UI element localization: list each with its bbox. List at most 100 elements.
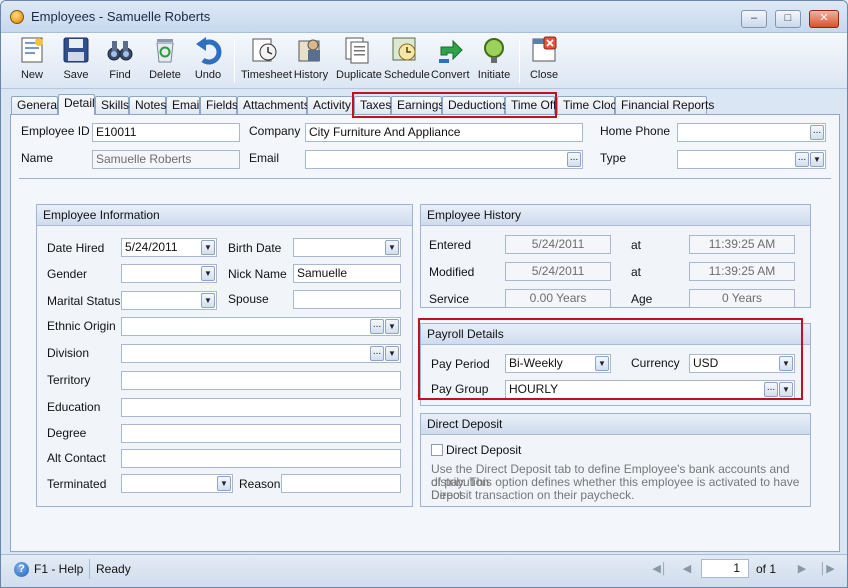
find-button[interactable]: Find <box>103 35 137 87</box>
ethnic-origin-label: Ethnic Origin <box>47 319 116 333</box>
company-field[interactable]: City Furniture And Appliance <box>305 123 583 142</box>
modified-date-field: 5/24/2011 <box>505 262 611 281</box>
save-button[interactable]: Save <box>59 35 93 87</box>
next-page-icon[interactable]: ▶ <box>794 561 810 577</box>
gender-field[interactable]: ▼ <box>121 264 217 283</box>
first-page-icon[interactable]: ◀│ <box>652 561 668 577</box>
help-text[interactable]: F1 - Help <box>34 562 83 576</box>
convert-button[interactable]: Convert <box>431 35 470 87</box>
modified-at-label: at <box>631 265 642 279</box>
tab-attachments[interactable]: Attachments <box>237 96 310 114</box>
schedule-button[interactable]: Schedule <box>384 35 430 87</box>
employees-window: Employees - Samuelle Roberts – □ ✕ New S… <box>0 0 848 588</box>
page-number-field[interactable]: 1 <box>701 559 749 578</box>
tab-earnings[interactable]: Earnings <box>391 96 444 114</box>
alt-contact-label: Alt Contact <box>47 451 106 465</box>
help-icon[interactable]: ? <box>14 562 29 577</box>
tab-skills[interactable]: Skills <box>95 96 129 114</box>
nick-name-field[interactable]: Samuelle <box>293 264 401 283</box>
duplicate-icon <box>345 37 369 64</box>
toolbar-separator <box>234 39 235 83</box>
pay-group-value: HOURLY <box>509 382 559 396</box>
marital-status-dropdown-icon[interactable]: ▼ <box>201 293 215 308</box>
terminated-dropdown-icon[interactable]: ▼ <box>217 476 231 491</box>
title-bar: Employees - Samuelle Roberts – □ ✕ <box>1 1 847 33</box>
maximize-button[interactable]: □ <box>775 10 801 28</box>
ethnic-origin-dropdown-icon[interactable]: ▼ <box>385 319 399 334</box>
date-hired-dropdown-icon[interactable]: ▼ <box>201 240 215 255</box>
employee-id-field[interactable]: E10011 <box>92 123 240 142</box>
gender-dropdown-icon[interactable]: ▼ <box>201 266 215 281</box>
division-field[interactable]: ... ▼ <box>121 344 401 363</box>
status-separator <box>89 559 90 579</box>
type-field[interactable]: ... ▼ <box>677 150 826 169</box>
home-phone-lookup-button[interactable]: ... <box>810 125 824 140</box>
duplicate-button[interactable]: Duplicate <box>336 35 382 87</box>
birth-date-dropdown-icon[interactable]: ▼ <box>385 240 399 255</box>
tab-general[interactable]: General <box>11 96 60 114</box>
close-window-button[interactable]: ✕ <box>809 10 839 28</box>
delete-button[interactable]: Delete <box>147 35 183 87</box>
email-field[interactable]: ... <box>305 150 583 169</box>
pay-period-dropdown-icon[interactable]: ▼ <box>595 356 609 371</box>
spouse-field[interactable] <box>293 290 401 309</box>
degree-field[interactable] <box>121 424 401 443</box>
division-dropdown-icon[interactable]: ▼ <box>385 346 399 361</box>
home-phone-field[interactable]: ... <box>677 123 826 142</box>
tab-activity[interactable]: Activity <box>307 96 353 114</box>
pay-group-field[interactable]: HOURLY ... ▼ <box>505 380 795 399</box>
reason-label: Reason <box>239 477 281 491</box>
undo-button[interactable]: Undo <box>191 35 225 87</box>
employee-information-header: Employee Information <box>37 205 412 226</box>
traffic-light-icon <box>484 38 504 63</box>
email-lookup-button[interactable]: ... <box>567 152 581 167</box>
type-dropdown-icon[interactable]: ▼ <box>810 152 824 167</box>
initiate-button[interactable]: Initiate <box>477 35 511 87</box>
division-lookup-button[interactable]: ... <box>370 346 384 361</box>
birth-date-field[interactable]: ▼ <box>293 238 401 257</box>
terminated-label: Terminated <box>47 477 107 491</box>
header-divider <box>19 178 831 179</box>
currency-field[interactable]: USD ▼ <box>689 354 795 373</box>
tab-fields[interactable]: Fields <box>200 96 238 114</box>
entered-date-field: 5/24/2011 <box>505 235 611 254</box>
status-text: Ready <box>96 562 131 576</box>
status-bar: ? F1 - Help Ready ◀│ ◀ 1 of 1 ▶ │▶ <box>1 554 847 587</box>
tab-time-clock[interactable]: Time Clock <box>557 96 623 114</box>
ethnic-origin-field[interactable]: ... ▼ <box>121 317 401 336</box>
marital-status-field[interactable]: ▼ <box>121 291 217 310</box>
minimize-button[interactable]: – <box>741 10 767 28</box>
tab-taxes[interactable]: Taxes <box>354 96 391 114</box>
pay-group-lookup-button[interactable]: ... <box>764 382 778 397</box>
tab-deductions[interactable]: Deductions <box>442 96 508 114</box>
pay-period-field[interactable]: Bi-Weekly ▼ <box>505 354 611 373</box>
name-field[interactable]: Samuelle Roberts <box>92 150 240 169</box>
new-button[interactable]: New <box>15 35 49 87</box>
territory-field[interactable] <box>121 371 401 390</box>
alt-contact-field[interactable] <box>121 449 401 468</box>
reason-field[interactable] <box>281 474 401 493</box>
delete-label: Delete <box>149 69 181 81</box>
education-field[interactable] <box>121 398 401 417</box>
tab-financial-reports[interactable]: Financial Reports <box>615 96 714 114</box>
pay-group-dropdown-icon[interactable]: ▼ <box>779 382 793 397</box>
direct-deposit-checkbox[interactable] <box>431 444 443 456</box>
tab-email[interactable]: Email <box>166 96 202 114</box>
type-lookup-button[interactable]: ... <box>795 152 809 167</box>
currency-dropdown-icon[interactable]: ▼ <box>779 356 793 371</box>
last-page-icon[interactable]: │▶ <box>819 561 835 577</box>
tab-time-off[interactable]: Time Off <box>505 96 556 114</box>
pay-period-value: Bi-Weekly <box>509 356 563 370</box>
timesheet-button[interactable]: Timesheet <box>241 35 292 87</box>
tab-notes[interactable]: Notes <box>129 96 166 114</box>
spouse-label: Spouse <box>228 292 269 306</box>
history-button[interactable]: History <box>293 35 329 87</box>
date-hired-field[interactable]: 5/24/2011 ▼ <box>121 238 217 257</box>
new-label: New <box>20 69 43 81</box>
modified-label: Modified <box>429 265 475 279</box>
close-button[interactable]: Close <box>527 35 561 87</box>
previous-page-icon[interactable]: ◀ <box>679 561 695 577</box>
terminated-field[interactable]: ▼ <box>121 474 233 493</box>
ethnic-origin-lookup-button[interactable]: ... <box>370 319 384 334</box>
tab-detail[interactable]: Detail <box>58 94 95 115</box>
